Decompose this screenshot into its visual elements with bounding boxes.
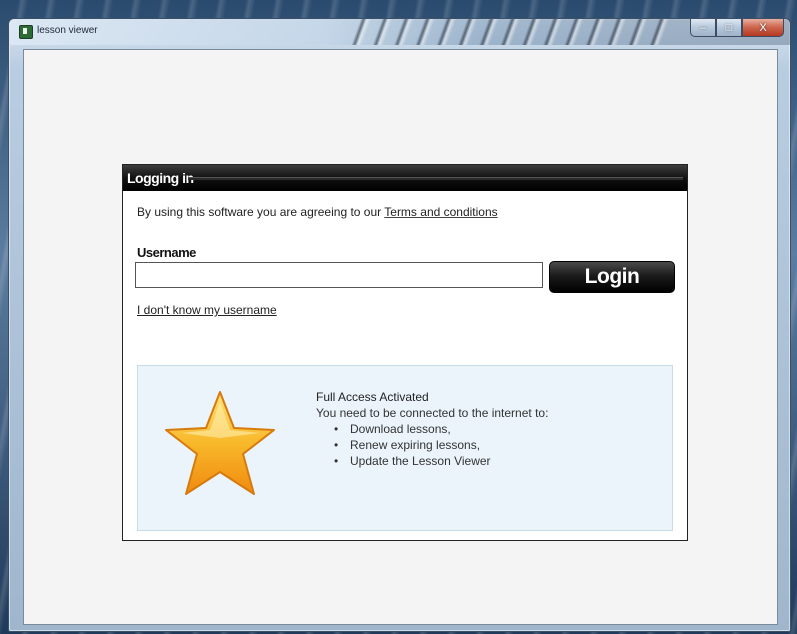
terms-prefix: By using this software you are agreeing …: [137, 205, 385, 219]
app-icon[interactable]: [19, 25, 33, 39]
client-area: Logging in By using this software you ar…: [23, 49, 778, 625]
list-item: Update the Lesson Viewer: [334, 453, 548, 469]
minimize-button[interactable]: –: [690, 19, 716, 37]
title-bar[interactable]: lesson viewer – □ X: [9, 19, 790, 45]
login-button[interactable]: Login: [549, 261, 675, 293]
maximize-button[interactable]: □: [716, 19, 742, 37]
login-panel-header: Logging in: [123, 165, 687, 191]
app-window: lesson viewer – □ X Logging in By using …: [8, 18, 791, 632]
window-title: lesson viewer: [37, 25, 98, 36]
list-item: Renew expiring lessons,: [334, 437, 548, 453]
access-requirements-list: Download lessons, Renew expiring lessons…: [316, 421, 548, 469]
login-panel: Logging in By using this software you ar…: [122, 164, 688, 541]
access-description: You need to be connected to the internet…: [316, 406, 549, 420]
caption-buttons: – □ X: [690, 19, 784, 39]
username-label: Username: [137, 245, 196, 260]
terms-notice: By using this software you are agreeing …: [137, 205, 498, 219]
close-button[interactable]: X: [742, 19, 784, 37]
login-panel-title: Logging in: [127, 170, 194, 186]
terms-and-conditions-link[interactable]: Terms and conditions: [384, 205, 497, 219]
access-status-heading: Full Access Activated: [316, 390, 429, 404]
star-icon: [165, 391, 275, 495]
username-input[interactable]: [135, 262, 543, 288]
access-info-text: Full Access Activated You need to be con…: [316, 389, 548, 469]
title-bar-glass: [350, 19, 670, 45]
forgot-username-link[interactable]: I don't know my username: [137, 303, 277, 317]
access-info-box: Full Access Activated You need to be con…: [137, 365, 673, 531]
list-item: Download lessons,: [334, 421, 548, 437]
